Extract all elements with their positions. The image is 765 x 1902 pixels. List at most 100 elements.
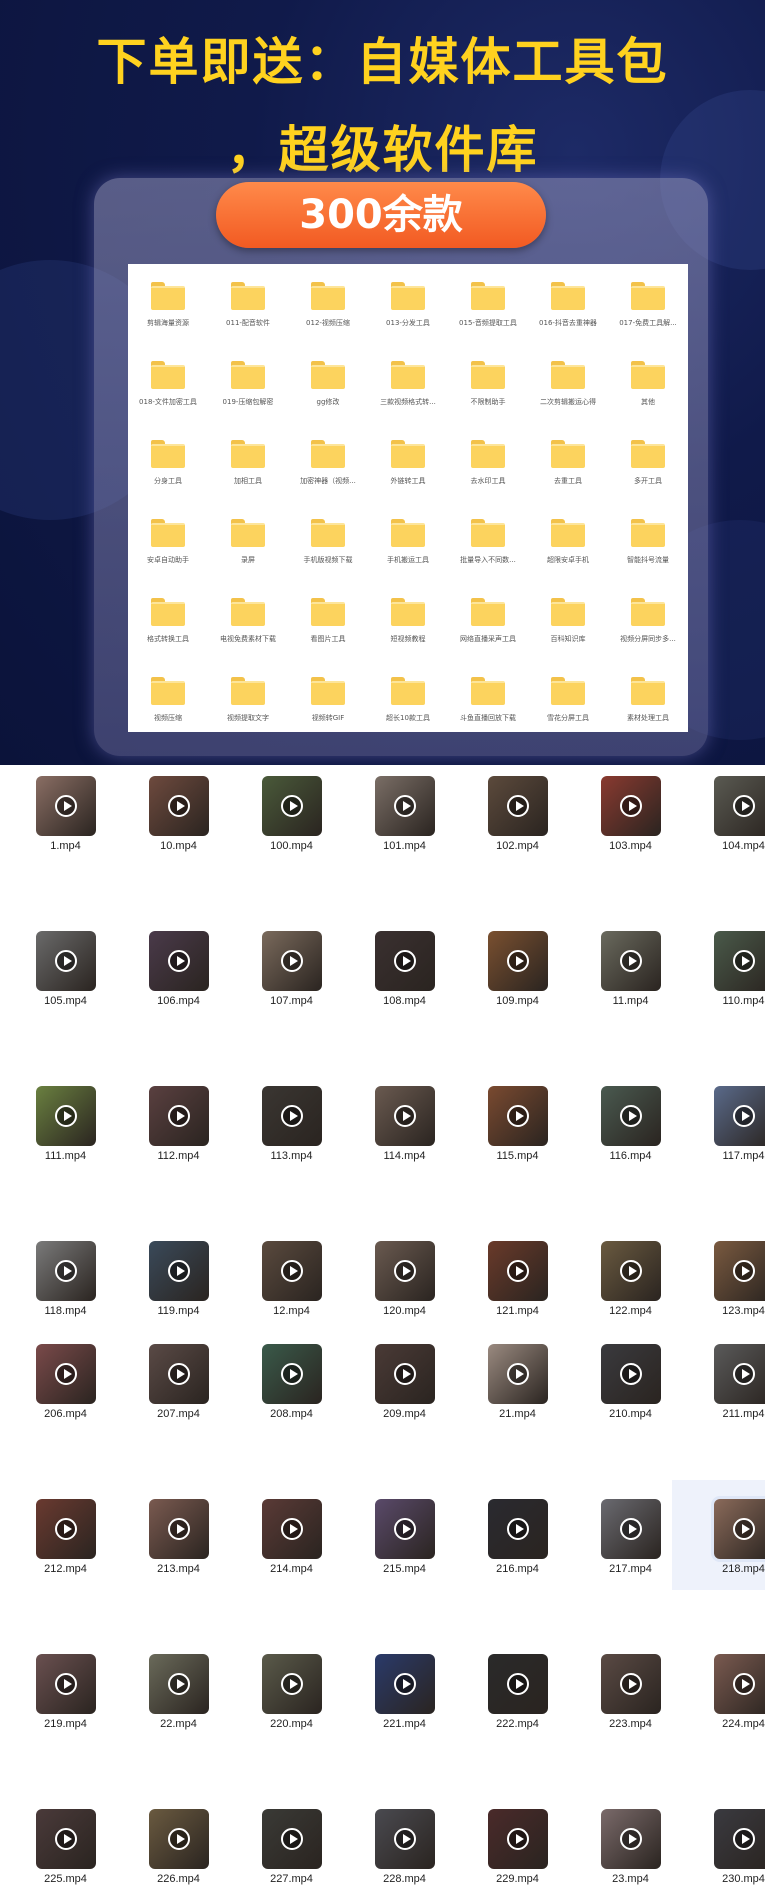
folder-item[interactable]: 看图片工具	[288, 592, 368, 671]
video-file[interactable]: 225.mp4	[9, 1809, 122, 1902]
folder-item[interactable]: 网络直播采声工具	[448, 592, 528, 671]
video-file[interactable]: 229.mp4	[461, 1809, 574, 1902]
folder-label: 视频提取文字	[227, 714, 269, 722]
video-file[interactable]: 210.mp4	[574, 1344, 687, 1499]
video-thumbnail	[600, 1241, 661, 1301]
folder-item[interactable]: 智能抖号流量	[608, 513, 688, 592]
video-file[interactable]: 21.mp4	[461, 1344, 574, 1499]
video-file[interactable]: 117.mp4	[687, 1086, 765, 1241]
folder-item[interactable]: 视频压缩	[128, 671, 208, 750]
folder-item[interactable]: 安卓自动助手	[128, 513, 208, 592]
video-file[interactable]: 11.mp4	[574, 931, 687, 1086]
folder-label: 三款视频格式转...	[380, 398, 436, 406]
video-file[interactable]: 208.mp4	[235, 1344, 348, 1499]
video-file[interactable]: 115.mp4	[461, 1086, 574, 1241]
folder-item[interactable]: gg修改	[288, 355, 368, 434]
folder-item[interactable]: 015-音频提取工具	[448, 276, 528, 355]
video-file[interactable]: 206.mp4	[9, 1344, 122, 1499]
folder-icon	[231, 598, 265, 626]
folder-item[interactable]: 素材处理工具	[608, 671, 688, 750]
folder-label: 手机版视频下载	[303, 556, 353, 564]
folder-item[interactable]: 格式转换工具	[128, 592, 208, 671]
folder-item[interactable]: 录屏	[208, 513, 288, 592]
video-file[interactable]: 228.mp4	[348, 1809, 461, 1902]
folder-item[interactable]: 超限安卓手机	[528, 513, 608, 592]
video-file[interactable]: 226.mp4	[122, 1809, 235, 1902]
folder-item[interactable]: 手机版视频下载	[288, 513, 368, 592]
video-file[interactable]: 105.mp4	[9, 931, 122, 1086]
video-file[interactable]: 222.mp4	[461, 1654, 574, 1809]
folder-item[interactable]: 超长10款工具	[368, 671, 448, 750]
folder-item[interactable]: 加相工具	[208, 434, 288, 513]
folder-item[interactable]: 视频转GIF	[288, 671, 368, 750]
video-file[interactable]: 212.mp4	[9, 1499, 122, 1654]
folder-item[interactable]: 其他	[608, 355, 688, 434]
video-file[interactable]: 113.mp4	[235, 1086, 348, 1241]
folder-item[interactable]: 三款视频格式转...	[368, 355, 448, 434]
folder-item[interactable]: 百科知识库	[528, 592, 608, 671]
video-file[interactable]: 108.mp4	[348, 931, 461, 1086]
video-file[interactable]: 211.mp4	[687, 1344, 765, 1499]
video-file[interactable]: 112.mp4	[122, 1086, 235, 1241]
video-file[interactable]: 213.mp4	[122, 1499, 235, 1654]
video-file[interactable]: 104.mp4	[687, 776, 765, 931]
folder-item[interactable]: 视频提取文字	[208, 671, 288, 750]
play-icon	[619, 950, 642, 972]
video-file[interactable]: 10.mp4	[122, 776, 235, 931]
video-file[interactable]: 216.mp4	[461, 1499, 574, 1654]
video-file[interactable]: 221.mp4	[348, 1654, 461, 1809]
video-file[interactable]: 106.mp4	[122, 931, 235, 1086]
folder-item[interactable]: 分身工具	[128, 434, 208, 513]
video-file[interactable]: 111.mp4	[9, 1086, 122, 1241]
folder-item[interactable]: 011-配音软件	[208, 276, 288, 355]
folder-item[interactable]: 斗鱼直播回放下载	[448, 671, 528, 750]
folder-item[interactable]: 短视频教程	[368, 592, 448, 671]
folder-label: 019-压缩包解密	[222, 398, 274, 406]
video-file[interactable]: 116.mp4	[574, 1086, 687, 1241]
video-file[interactable]: 102.mp4	[461, 776, 574, 931]
folder-item[interactable]: 多开工具	[608, 434, 688, 513]
video-file[interactable]: 215.mp4	[348, 1499, 461, 1654]
folder-item[interactable]: 018-文件加密工具	[128, 355, 208, 434]
folder-item[interactable]: 雪花分屏工具	[528, 671, 608, 750]
folder-item[interactable]: 外链转工具	[368, 434, 448, 513]
video-file[interactable]: 214.mp4	[235, 1499, 348, 1654]
video-file[interactable]: 100.mp4	[235, 776, 348, 931]
video-file[interactable]: 209.mp4	[348, 1344, 461, 1499]
video-file[interactable]: 114.mp4	[348, 1086, 461, 1241]
folder-item[interactable]: 电视免费素材下载	[208, 592, 288, 671]
video-file[interactable]: 107.mp4	[235, 931, 348, 1086]
video-file[interactable]: 219.mp4	[9, 1654, 122, 1809]
video-file[interactable]: 218.mp4	[687, 1499, 765, 1654]
video-file[interactable]: 224.mp4	[687, 1654, 765, 1809]
video-file[interactable]: 217.mp4	[574, 1499, 687, 1654]
folder-item[interactable]: 剪辑海量资源	[128, 276, 208, 355]
folder-item[interactable]: 013-分发工具	[368, 276, 448, 355]
video-file[interactable]: 23.mp4	[574, 1809, 687, 1902]
folder-item[interactable]: 016-抖音去重神器	[528, 276, 608, 355]
video-file[interactable]: 230.mp4	[687, 1809, 765, 1902]
video-file[interactable]: 223.mp4	[574, 1654, 687, 1809]
folder-item[interactable]: 视频分屏同步多...	[608, 592, 688, 671]
video-file[interactable]: 22.mp4	[122, 1654, 235, 1809]
folder-item[interactable]: 不限制助手	[448, 355, 528, 434]
folder-item[interactable]: 017-免费工具解...	[608, 276, 688, 355]
folder-item[interactable]: 二次剪辑搬运心得	[528, 355, 608, 434]
video-file[interactable]: 110.mp4	[687, 931, 765, 1086]
play-icon	[54, 1828, 77, 1850]
video-file[interactable]: 1.mp4	[9, 776, 122, 931]
video-file[interactable]: 207.mp4	[122, 1344, 235, 1499]
video-file[interactable]: 109.mp4	[461, 931, 574, 1086]
video-file[interactable]: 227.mp4	[235, 1809, 348, 1902]
folder-item[interactable]: 加密神器（视频...	[288, 434, 368, 513]
folder-item[interactable]: 去水印工具	[448, 434, 528, 513]
video-file[interactable]: 101.mp4	[348, 776, 461, 931]
folder-item[interactable]: 去重工具	[528, 434, 608, 513]
folder-item[interactable]: 019-压缩包解密	[208, 355, 288, 434]
video-file[interactable]: 103.mp4	[574, 776, 687, 931]
play-icon	[167, 1105, 190, 1127]
folder-item[interactable]: 手机搬运工具	[368, 513, 448, 592]
video-file[interactable]: 220.mp4	[235, 1654, 348, 1809]
folder-item[interactable]: 012-视频压缩	[288, 276, 368, 355]
folder-item[interactable]: 批量导入不同数...	[448, 513, 528, 592]
